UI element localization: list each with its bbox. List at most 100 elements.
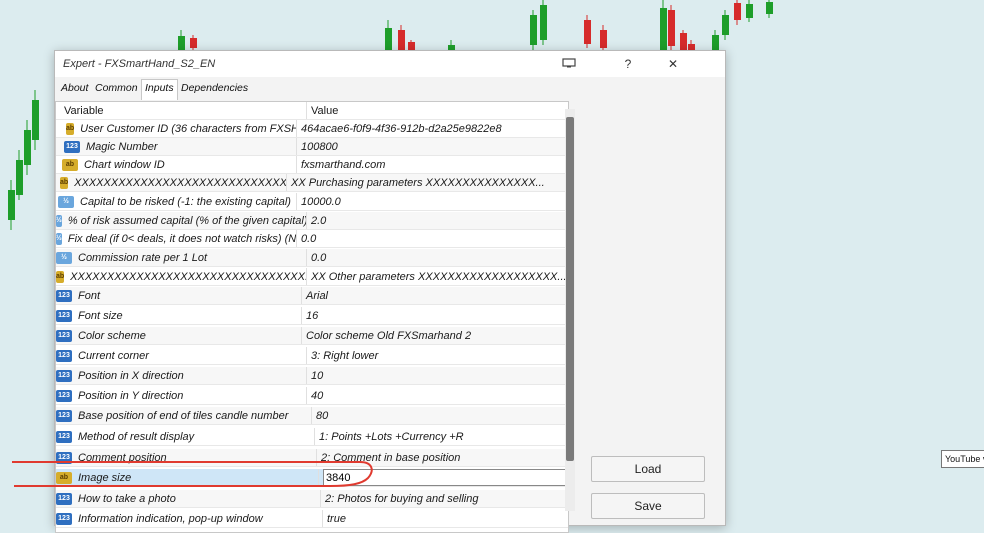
variable-label: Information indication, pop-up window — [78, 512, 263, 525]
value-text: XX Other parameters XXXXXXXXXXXXXXXXXXX.… — [311, 270, 567, 283]
table-row[interactable]: ½ Capital to be risked (-1: the existing … — [56, 193, 568, 211]
candle-body — [8, 190, 15, 220]
candle-body — [190, 38, 197, 48]
variable-label: Method of result display — [78, 430, 195, 443]
table-row[interactable]: ab Image size — [56, 469, 568, 487]
table-row[interactable]: 123 Information indication, pop-up window… — [56, 510, 568, 528]
table-row[interactable]: 123 Font Arial — [56, 287, 568, 305]
value-cell[interactable]: fxsmarthand.com — [296, 156, 568, 173]
help-button[interactable]: ? — [618, 56, 638, 72]
table-row[interactable]: 123 How to take a photo 2: Photos for buyi… — [56, 490, 568, 508]
value-cell[interactable]: XX Other parameters XXXXXXXXXXXXXXXXXXX.… — [306, 268, 568, 285]
load-button[interactable]: Load — [591, 456, 705, 482]
value-text: fxsmarthand.com — [301, 158, 386, 171]
integer-type-icon: 123 — [56, 329, 72, 342]
dialog-titlebar[interactable]: Expert - FXSmartHand_S2_EN ? ✕ — [55, 51, 725, 77]
column-value-header[interactable]: Value — [311, 105, 338, 117]
variable-cell: ½ Commission rate per 1 Lot — [56, 251, 306, 264]
variable-cell: ab XXXXXXXXXXXXXXXXXXXXXXXXXXXXXXXX... — [56, 270, 306, 283]
value-cell[interactable]: 40 — [306, 387, 568, 404]
dialog-title: Expert - FXSmartHand_S2_EN — [63, 58, 216, 70]
value-cell[interactable]: 16 — [301, 307, 568, 324]
variable-cell: 123 Font — [56, 289, 301, 302]
table-row[interactable]: 123 Base position of end of tiles candle … — [56, 407, 568, 425]
value-text: 0.0 — [301, 232, 317, 245]
table-row[interactable]: 123 Position in X direction 10 — [56, 367, 568, 385]
candle-body — [734, 3, 741, 20]
value-cell[interactable]: 10000.0 — [296, 193, 568, 210]
table-row[interactable]: ab XXXXXXXXXXXXXXXXXXXXXXXXXXXXXXXX... XX … — [56, 174, 568, 192]
value-cell[interactable]: XX Purchasing parameters XXXXXXXXXXXXXXX… — [286, 174, 568, 191]
value-cell[interactable]: 2.0 — [306, 212, 568, 229]
integer-type-icon: 123 — [56, 409, 72, 422]
value-cell[interactable] — [318, 469, 568, 486]
tab-common[interactable]: Common — [95, 82, 138, 94]
variable-label: XXXXXXXXXXXXXXXXXXXXXXXXXXXXXXXX... — [74, 176, 286, 189]
variable-label: Commission rate per 1 Lot — [78, 251, 207, 264]
image-size-input[interactable] — [323, 469, 568, 486]
variable-cell: 123 How to take a photo — [56, 492, 320, 505]
value-cell[interactable]: true — [322, 510, 568, 527]
table-row[interactable]: 123 Magic Number 100800 — [56, 138, 568, 156]
string-type-icon: ab — [66, 122, 75, 135]
string-type-icon: ab — [62, 158, 78, 171]
value-cell[interactable]: 0.0 — [306, 249, 568, 266]
table-row[interactable]: ½ Commission rate per 1 Lot 0.0 — [56, 249, 568, 267]
table-row[interactable]: 123 Font size 16 — [56, 307, 568, 325]
tab-inputs[interactable]: Inputs — [141, 79, 178, 100]
candle-body — [660, 8, 667, 50]
integer-type-icon: 123 — [56, 369, 72, 382]
close-button[interactable]: ✕ — [663, 56, 683, 72]
integer-type-icon: 123 — [56, 389, 72, 402]
value-cell[interactable]: 464acae6-f0f9-4f36-912b-d2a25e9822e8 — [296, 120, 568, 137]
table-scrollbar[interactable] — [565, 109, 575, 511]
variable-label: Comment position — [78, 451, 167, 464]
table-row[interactable]: 123 Color scheme Color scheme Old FXSmarha… — [56, 327, 568, 345]
integer-type-icon: 123 — [56, 512, 72, 525]
integer-type-icon: 123 — [64, 140, 80, 153]
value-cell[interactable]: 100800 — [296, 138, 568, 155]
value-text: 2: Photos for buying and selling — [325, 492, 479, 505]
value-cell[interactable]: 2: Comment in base position — [316, 449, 568, 466]
candle-body — [178, 36, 185, 50]
integer-type-icon: 123 — [56, 349, 72, 362]
variable-cell: 123 Magic Number — [56, 140, 296, 153]
table-row[interactable]: ab User Customer ID (36 characters from F… — [56, 120, 568, 138]
variable-label: % of risk assumed capital (% of the give… — [67, 214, 306, 227]
table-row[interactable]: ab XXXXXXXXXXXXXXXXXXXXXXXXXXXXXXXX... XX … — [56, 268, 568, 286]
integer-type-icon: 123 — [56, 492, 72, 505]
value-cell[interactable]: 3: Right lower — [306, 347, 568, 364]
tab-dependencies[interactable]: Dependencies — [181, 82, 248, 94]
value-cell[interactable]: 80 — [311, 407, 568, 424]
save-button[interactable]: Save — [591, 493, 705, 519]
variable-cell: ab XXXXXXXXXXXXXXXXXXXXXXXXXXXXXXXX... — [56, 176, 286, 189]
value-cell[interactable]: 2: Photos for buying and selling — [320, 490, 568, 507]
variable-label: XXXXXXXXXXXXXXXXXXXXXXXXXXXXXXXX... — [70, 270, 306, 283]
double-type-icon: ½ — [56, 251, 72, 264]
variable-cell: 123 Base position of end of tiles candle … — [56, 409, 311, 422]
table-row[interactable]: 123 Current corner 3: Right lower — [56, 347, 568, 365]
scrollbar-thumb[interactable] — [566, 117, 574, 461]
value-text: 16 — [306, 309, 319, 322]
table-row[interactable]: ½ % of risk assumed capital (% of the giv… — [56, 212, 568, 230]
table-row[interactable]: ½ Fix deal (if 0< deals, it does not watc… — [56, 230, 568, 248]
column-variable-header[interactable]: Variable — [64, 105, 104, 117]
value-cell[interactable]: Arial — [301, 287, 568, 304]
integer-type-icon: 123 — [56, 309, 72, 322]
value-cell[interactable]: 1: Points +Lots +Currency +R — [314, 428, 568, 445]
table-row[interactable]: 123 Comment position 2: Comment in base po… — [56, 449, 568, 467]
value-cell[interactable]: 0.0 — [296, 230, 568, 247]
tab-about[interactable]: About — [61, 82, 88, 94]
variable-cell: 123 Information indication, pop-up window — [56, 512, 322, 525]
table-row[interactable]: 123 Method of result display 1: Points +Lo… — [56, 428, 568, 446]
candle-body — [668, 10, 675, 46]
value-cell[interactable]: Color scheme Old FXSmarhand 2 — [301, 327, 568, 344]
integer-type-icon: 123 — [56, 430, 72, 443]
variable-label: Fix deal (if 0< deals, it does not watch… — [67, 232, 296, 245]
table-row[interactable]: 123 Position in Y direction 40 — [56, 387, 568, 405]
screen-icon[interactable] — [559, 56, 579, 72]
variable-cell: 123 Font size — [56, 309, 301, 322]
table-row[interactable]: ab Chart window ID fxsmarthand.com — [56, 156, 568, 174]
inputs-table: Variable Value ab User Customer ID (36 ch… — [55, 101, 569, 533]
value-cell[interactable]: 10 — [306, 367, 568, 384]
